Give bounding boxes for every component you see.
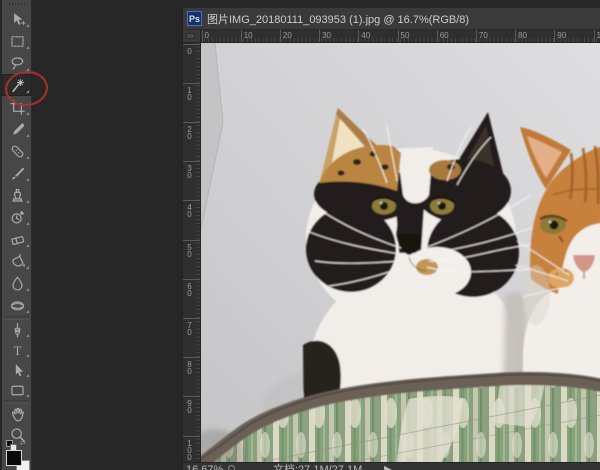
swap-colors-icon[interactable]: ⇄ [20, 440, 26, 447]
document-titlebar[interactable]: Ps 图片IMG_20180111_093953 (1).jpg @ 16.7%… [183, 8, 600, 30]
clone-stamp-tool[interactable] [2, 184, 32, 206]
paint-bucket-tool[interactable] [2, 250, 32, 272]
ruler-h-label: 50 [400, 31, 410, 40]
healing-brush-icon [11, 145, 23, 157]
eraser-icon [10, 235, 24, 245]
status-doc-info[interactable]: 文档:27.1M/27.1M [273, 464, 362, 470]
eyedropper-tool[interactable] [2, 118, 32, 140]
status-flyout-arrow-icon[interactable]: ▶ [384, 464, 392, 470]
sponge-icon [10, 300, 24, 310]
move-icon [13, 12, 26, 25]
blur-drop-icon [11, 276, 23, 290]
history-brush-icon [11, 210, 24, 223]
ruler-h-label: 100 [594, 31, 600, 40]
magic-wand-tool[interactable] [2, 74, 32, 96]
brush-icon [11, 167, 24, 179]
canvas-area[interactable] [201, 43, 600, 462]
lasso-tool[interactable] [2, 52, 32, 74]
ruler-v-label: 50 [185, 242, 194, 257]
brush-tool[interactable] [2, 162, 32, 184]
rectangular-marquee-tool[interactable] [2, 30, 32, 52]
ruler-v-label: 100 [185, 438, 194, 460]
selection-arrow-icon [15, 363, 23, 376]
ruler-h-label: 0 [204, 31, 209, 40]
ruler-origin[interactable] [183, 30, 201, 43]
ruler-h-label: 60 [439, 31, 449, 40]
rectangle-shape-tool[interactable] [2, 380, 32, 400]
ruler-horizontal[interactable]: 0 10 20 30 40 50 60 70 80 90 100 [201, 30, 600, 43]
ruler-v-label: 30 [185, 164, 194, 179]
crop-tool[interactable] [2, 96, 32, 118]
document-title: 图片IMG_20180111_093953 (1).jpg @ 16.7%(RG… [207, 13, 470, 26]
marquee-icon [10, 35, 24, 47]
ruler-v-label: 70 [185, 320, 194, 335]
ruler-v-label: 10 [185, 85, 194, 100]
spot-healing-brush-tool[interactable] [2, 140, 32, 162]
ruler-v-label: 40 [185, 203, 194, 218]
panel-grip[interactable] [2, 0, 31, 8]
ps-file-badge: Ps [187, 11, 202, 26]
ruler-h-label: 70 [478, 31, 488, 40]
sponge-tool[interactable] [2, 294, 32, 316]
eraser-tool[interactable] [2, 228, 32, 250]
eyedropper-icon [12, 122, 24, 135]
svg-text:T: T [13, 343, 21, 357]
clone-stamp-icon [11, 188, 23, 202]
color-swatches: ⇄ [2, 438, 32, 470]
ruler-h-label: 40 [361, 31, 371, 40]
status-circle-icon [228, 465, 235, 470]
ruler-v-label: 60 [185, 281, 194, 296]
ruler-v-label: 90 [185, 399, 194, 414]
photoshop-app: T ⇄ Ps 图片IMG_20180111_093953 (1).jpg @ 1… [0, 0, 600, 470]
ruler-h-label: 90 [557, 31, 567, 40]
hand-tool[interactable] [2, 404, 32, 424]
status-bar: 16.67% 文档:27.1M/27.1M ▶ [183, 462, 600, 470]
pen-tool[interactable] [2, 320, 32, 340]
document-window: Ps 图片IMG_20180111_093953 (1).jpg @ 16.7%… [182, 8, 600, 470]
rectangle-icon [10, 385, 24, 395]
paint-bucket-icon [11, 253, 25, 267]
ruler-v-label: 80 [185, 360, 194, 375]
ruler-h-label: 10 [243, 31, 253, 40]
tools-panel: T ⇄ [2, 0, 32, 470]
magic-wand-icon [11, 78, 24, 92]
pen-icon [14, 322, 20, 337]
path-selection-tool[interactable] [2, 360, 32, 380]
ruler-vertical[interactable]: 0 10 20 30 40 50 60 70 80 90 100 [183, 43, 201, 462]
ruler-h-label: 30 [322, 31, 331, 40]
history-brush-tool[interactable] [2, 206, 32, 228]
status-zoom-field[interactable]: 16.67% [186, 464, 223, 470]
foreground-color-swatch[interactable] [6, 450, 22, 466]
ruler-h-label: 80 [518, 31, 527, 40]
ruler-h-label: 20 [282, 31, 292, 40]
crop-icon [9, 99, 25, 115]
type-tool[interactable]: T [2, 340, 32, 360]
ruler-v-label: 20 [185, 124, 194, 139]
canvas-photo-two-cats [201, 43, 600, 462]
type-tool-icon: T [13, 343, 21, 357]
hand-icon [11, 407, 24, 421]
ruler-v-label: 0 [185, 46, 194, 54]
blur-tool[interactable] [2, 272, 32, 294]
lasso-icon [11, 56, 23, 70]
move-tool[interactable] [2, 8, 32, 30]
